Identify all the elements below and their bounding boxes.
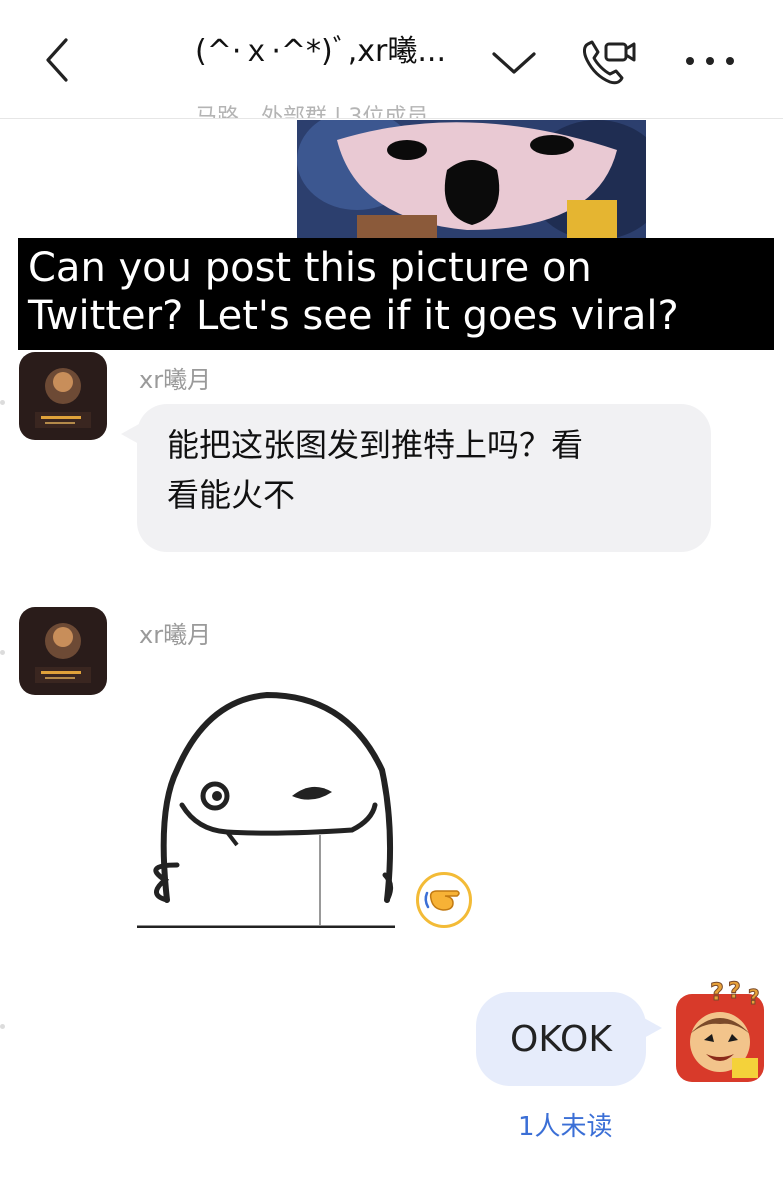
avatar[interactable] — [19, 352, 107, 440]
message-text: OKOK — [510, 1018, 612, 1060]
avatar-image — [676, 994, 764, 1082]
video-call-icon — [583, 40, 636, 85]
caption-line: Twitter? Let's see if it goes viral? — [28, 293, 679, 339]
sender-name: xr曦月 — [139, 621, 212, 649]
bubble-tail — [644, 1018, 662, 1038]
back-button[interactable] — [36, 36, 84, 84]
chat-header: (^·ｘ·^*)ﾞ,xr曦... 马路 外部群 | 3位成员 — [0, 0, 783, 119]
svg-text:?: ? — [728, 979, 741, 1004]
sticker-message[interactable] — [137, 660, 395, 929]
caption-line: Can you post this picture on — [28, 245, 592, 291]
more-button[interactable] — [680, 46, 740, 76]
avatar-image — [19, 607, 107, 695]
back-chevron-icon — [46, 38, 68, 82]
chat-subtitle: 马路 外部群 | 3位成员 — [195, 105, 429, 118]
avatar[interactable] — [19, 607, 107, 695]
question-mark-icon: ? ? ? — [710, 978, 761, 1010]
my-avatar[interactable] — [676, 994, 764, 1082]
more-dots-icon — [686, 57, 734, 65]
question-marks-decoration: ? ? ? — [706, 976, 772, 1010]
pointing-hand-icon — [424, 890, 460, 911]
call-button[interactable] — [580, 36, 640, 86]
expand-button[interactable] — [488, 42, 540, 82]
svg-text:?: ? — [710, 978, 724, 1006]
bubble-tail — [121, 424, 139, 444]
reaction-button[interactable] — [416, 872, 472, 928]
caption-overlay: Can you post this picture on Twitter? Le… — [18, 238, 774, 350]
gutter-marker — [0, 400, 5, 405]
gutter-marker — [0, 1024, 5, 1029]
sticker-face — [137, 660, 395, 929]
chevron-down-icon — [492, 52, 536, 74]
shared-photo[interactable] — [297, 120, 646, 238]
sender-name: xr曦月 — [139, 366, 212, 394]
my-message-bubble[interactable]: OKOK — [476, 992, 662, 1086]
message-text-line: 看能火不 — [167, 476, 296, 514]
avatar-image — [19, 352, 107, 440]
svg-text:?: ? — [748, 985, 760, 1006]
message-bubble[interactable]: 能把这张图发到推特上吗？看 看能火不 — [121, 404, 711, 552]
read-status[interactable]: 1人未读 — [518, 1106, 613, 1143]
gutter-marker — [0, 650, 5, 655]
message-text-line: 能把这张图发到推特上吗？看 — [167, 426, 584, 464]
photo-graphic — [297, 120, 646, 238]
chat-title[interactable]: (^·ｘ·^*)ﾞ,xr曦... — [195, 26, 475, 66]
